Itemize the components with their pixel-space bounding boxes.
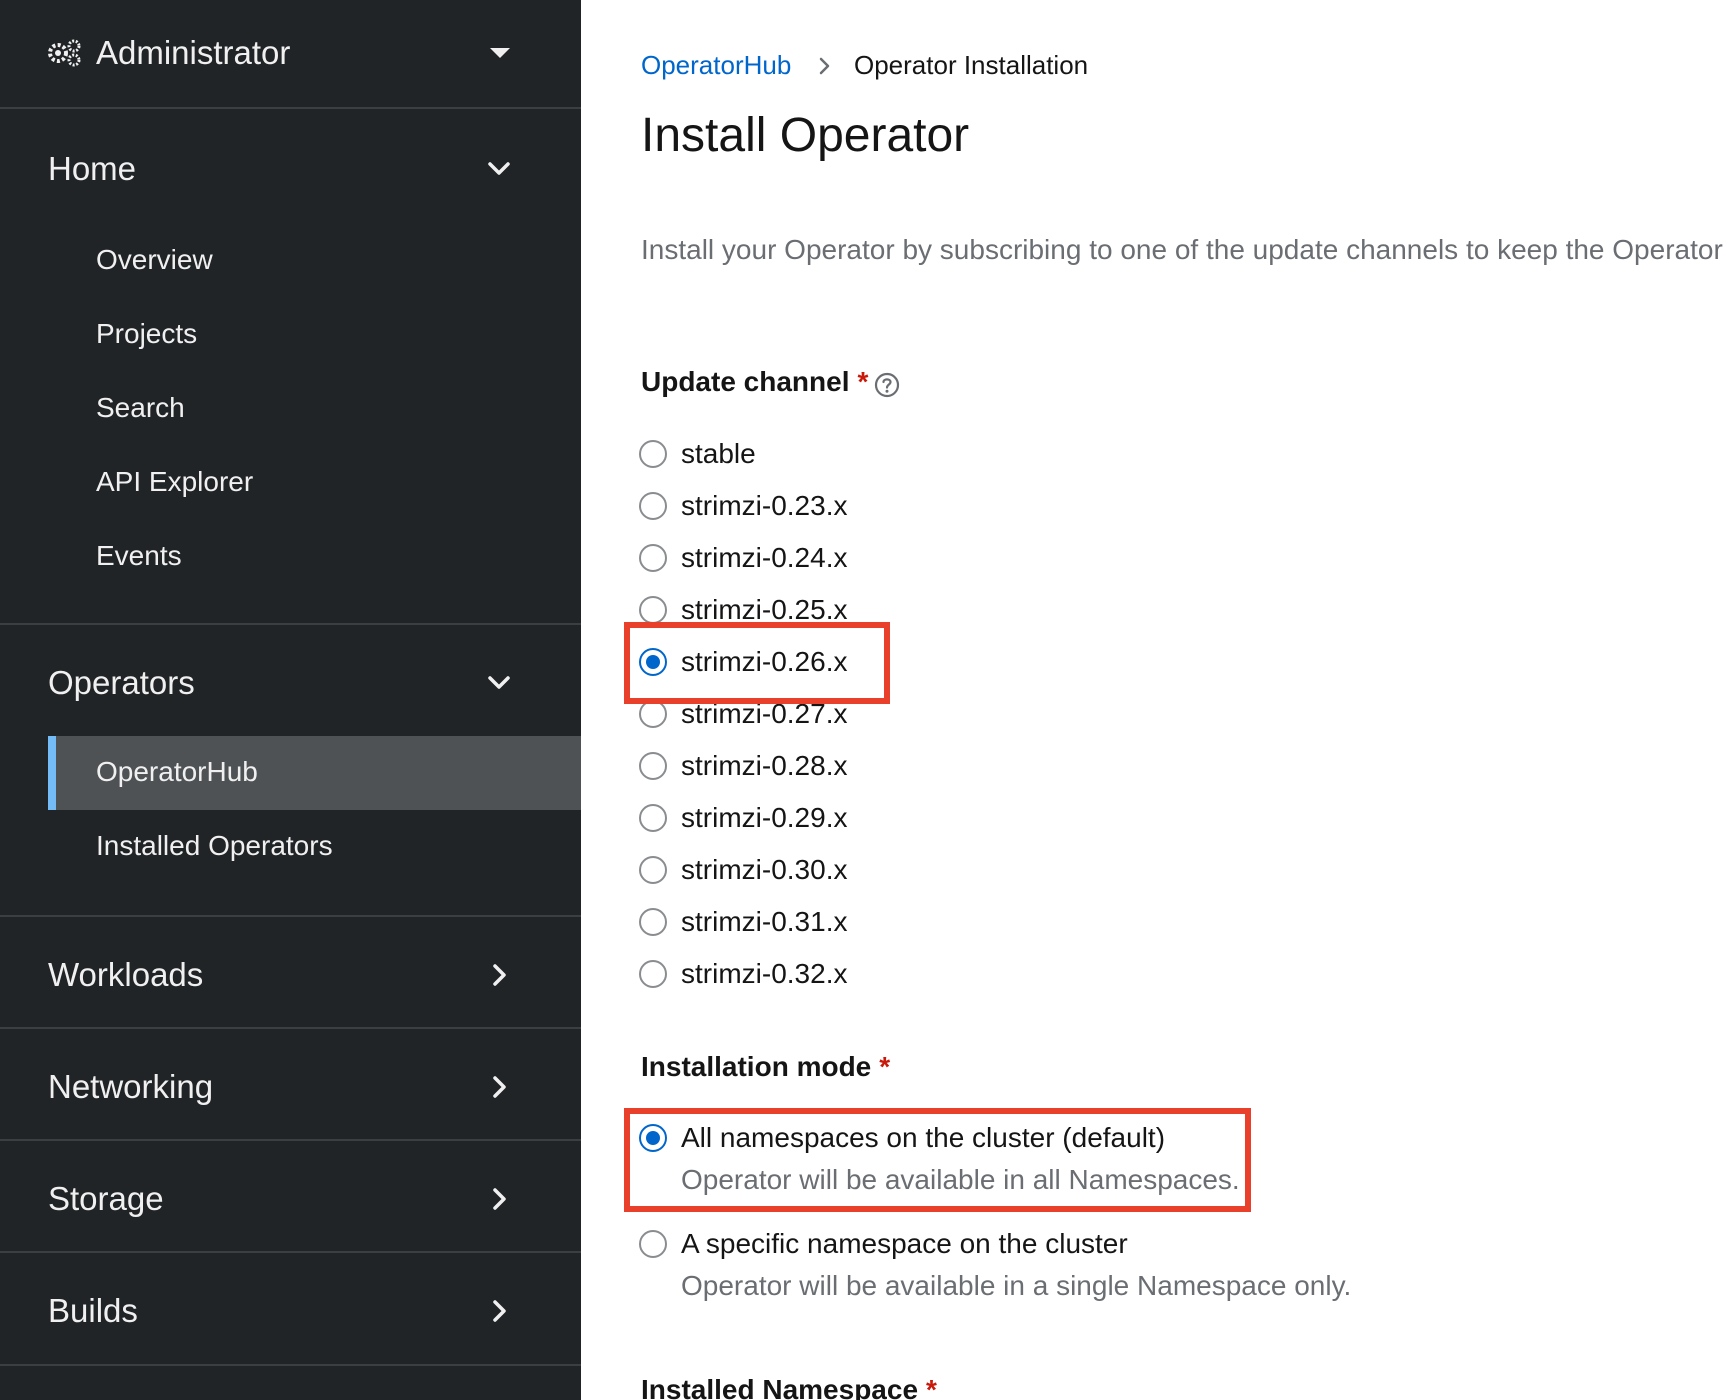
nav-item-projects[interactable]: Projects xyxy=(48,298,581,372)
required-mark: * xyxy=(926,1374,937,1400)
radio-button[interactable] xyxy=(639,960,667,988)
nav-item-search[interactable]: Search xyxy=(48,372,581,446)
main-content: OperatorHub Operator Installation Instal… xyxy=(581,0,1732,1400)
radio-description: Operator will be available in all Namesp… xyxy=(681,1164,1240,1195)
gears-icon xyxy=(48,39,81,67)
chevron-down-icon xyxy=(488,162,510,175)
chevron-right-icon xyxy=(493,1188,506,1210)
nav-section-label: Operators xyxy=(48,664,195,701)
nav-section-builds[interactable]: Builds xyxy=(0,1280,581,1340)
update-channel-label: Update channel * xyxy=(641,366,868,398)
chevron-down-icon xyxy=(488,676,510,689)
radio-label: strimzi-0.25.x xyxy=(681,594,848,625)
nav-section-operators[interactable]: Operators xyxy=(0,652,581,712)
nav-item-installed-operators[interactable]: Installed Operators xyxy=(48,810,581,884)
radio-label: strimzi-0.32.x xyxy=(681,958,848,989)
sidebar: Administrator Home Overview Projects Sea… xyxy=(0,0,581,1400)
radio-button[interactable] xyxy=(639,1230,667,1258)
nav-item-overview[interactable]: Overview xyxy=(48,224,581,298)
radio-label: strimzi-0.24.x xyxy=(681,542,848,573)
radio-label: strimzi-0.26.x xyxy=(681,646,848,677)
radio-button-selected[interactable] xyxy=(639,1124,667,1152)
radio-button[interactable] xyxy=(639,752,667,780)
radio-label: A specific namespace on the cluster xyxy=(681,1228,1128,1259)
radio-button-selected[interactable] xyxy=(639,648,667,676)
radio-label: strimzi-0.28.x xyxy=(681,750,848,781)
nav-divider xyxy=(0,915,581,917)
update-channel-label-text: Update channel xyxy=(641,366,850,397)
perspective-switcher[interactable]: Administrator xyxy=(0,0,581,109)
radio-label: strimzi-0.27.x xyxy=(681,698,848,729)
nav-item-label: Installed Operators xyxy=(96,830,333,861)
radio-button[interactable] xyxy=(639,908,667,936)
installation-mode-label-text: Installation mode xyxy=(641,1051,872,1082)
nav-section-label: Home xyxy=(48,150,137,187)
question-circle-icon[interactable] xyxy=(874,372,900,398)
radio-label: strimzi-0.29.x xyxy=(681,802,848,833)
radio-button[interactable] xyxy=(639,700,667,728)
chevron-right-icon xyxy=(493,1300,506,1322)
install-mode-all-namespaces[interactable]: All namespaces on the cluster (default) … xyxy=(639,1122,1240,1195)
app-root: Administrator Home Overview Projects Sea… xyxy=(0,0,1732,1400)
nav-divider xyxy=(0,1027,581,1029)
page-intro: Install your Operator by subscribing to … xyxy=(641,234,1723,265)
nav-section-label: Storage xyxy=(48,1180,164,1217)
radio-description: Operator will be available in a single N… xyxy=(681,1270,1352,1301)
nav-divider xyxy=(0,1251,581,1253)
nav-section-networking[interactable]: Networking xyxy=(0,1056,581,1116)
nav-section-label: Workloads xyxy=(48,956,204,993)
required-mark: * xyxy=(857,366,869,397)
required-mark: * xyxy=(879,1051,891,1082)
nav-section-label: Networking xyxy=(48,1068,214,1105)
install-mode-specific-namespace[interactable]: A specific namespace on the cluster Oper… xyxy=(639,1228,1351,1301)
installed-namespace-label: Installed Namespace * xyxy=(641,1374,937,1400)
nav-item-label: API Explorer xyxy=(96,466,254,497)
nav-item-label: OperatorHub xyxy=(96,756,258,787)
radio-label: strimzi-0.31.x xyxy=(681,906,848,937)
nav-item-label: Search xyxy=(96,392,185,423)
radio-button[interactable] xyxy=(639,440,667,468)
nav-section-label: Builds xyxy=(48,1292,138,1329)
nav-item-label: Events xyxy=(96,540,182,571)
nav-divider xyxy=(0,623,581,625)
breadcrumb-current: Operator Installation xyxy=(854,50,1089,80)
page-title: Install Operator xyxy=(641,109,970,162)
breadcrumb-operatorhub-link[interactable]: OperatorHub xyxy=(641,50,791,81)
nav-item-events[interactable]: Events xyxy=(48,520,581,594)
radio-label: strimzi-0.23.x xyxy=(681,490,848,521)
perspective-label: Administrator xyxy=(96,34,291,71)
radio-label: strimzi-0.30.x xyxy=(681,854,848,885)
installation-mode-label: Installation mode * xyxy=(641,1051,890,1083)
caret-down-icon xyxy=(490,48,510,58)
radio-button[interactable] xyxy=(639,544,667,572)
nav-divider xyxy=(0,1139,581,1141)
radio-label: All namespaces on the cluster (default) xyxy=(681,1122,1166,1153)
nav-section-workloads[interactable]: Workloads xyxy=(0,944,581,1004)
radio-label: stable xyxy=(681,438,756,469)
nav-section-storage[interactable]: Storage xyxy=(0,1168,581,1228)
chevron-right-icon xyxy=(819,57,830,75)
radio-button[interactable] xyxy=(639,596,667,624)
chevron-right-icon xyxy=(493,964,506,986)
nav-item-label: Projects xyxy=(96,318,198,349)
chevron-right-icon xyxy=(493,1076,506,1098)
radio-button[interactable] xyxy=(639,804,667,832)
nav-section-home[interactable]: Home xyxy=(0,138,581,198)
nav-item-operatorhub[interactable]: OperatorHub xyxy=(48,736,581,810)
nav-item-label: Overview xyxy=(96,244,213,275)
radio-button[interactable] xyxy=(639,856,667,884)
installed-namespace-label-text: Installed Namespace xyxy=(641,1374,919,1400)
nav-item-api-explorer[interactable]: API Explorer xyxy=(48,446,581,520)
radio-button[interactable] xyxy=(639,492,667,520)
nav-divider xyxy=(0,1364,581,1366)
